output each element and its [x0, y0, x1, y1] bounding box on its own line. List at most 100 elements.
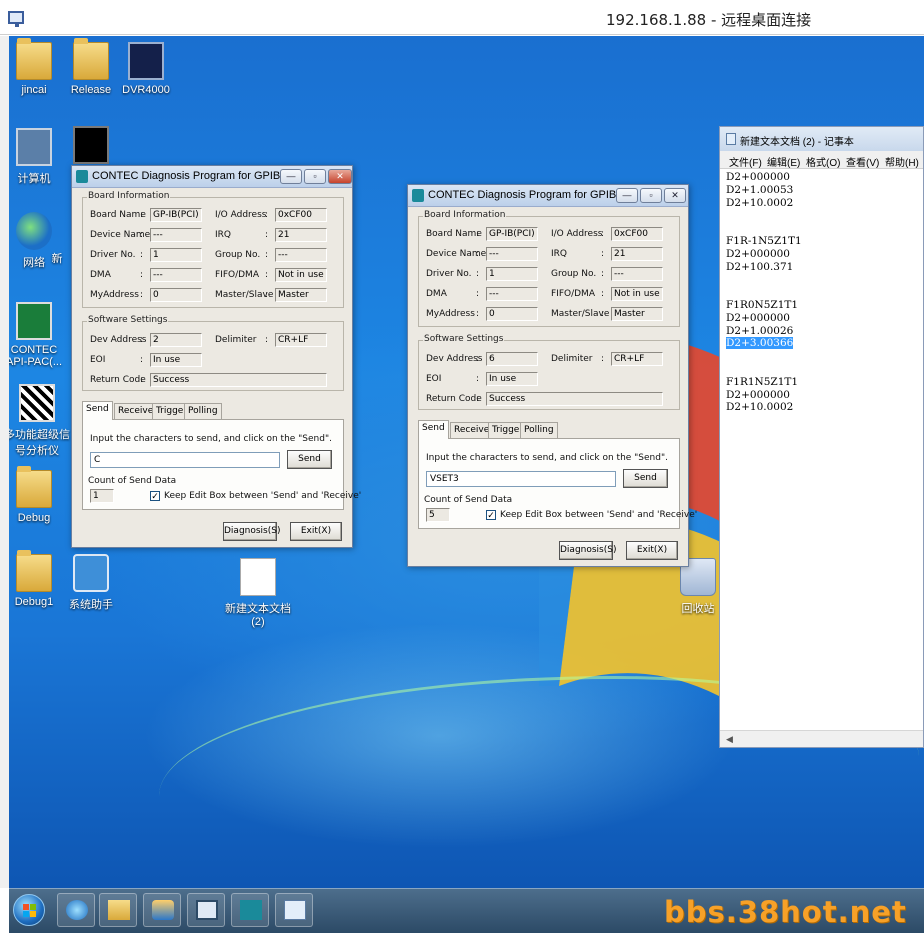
desktop-icon-debug[interactable]: Debug	[9, 466, 67, 524]
desktop-icon-text-doc[interactable]: 新建文本文档 (2)	[223, 558, 293, 628]
colon: :	[140, 335, 144, 345]
keep-edit-box-checkbox[interactable]: ✓	[150, 491, 160, 501]
taskbar-contec[interactable]	[231, 893, 269, 927]
menu-file[interactable]: 文件(F)	[729, 154, 762, 169]
desktop-icon-label: Release	[70, 84, 112, 96]
colon: :	[476, 309, 480, 319]
exit-button[interactable]: Exit(X)	[626, 541, 678, 560]
contec-app-icon	[412, 189, 424, 202]
dma-value: ---	[486, 287, 538, 301]
folder-icon	[73, 38, 109, 80]
desktop-icon-signal-analyzer[interactable]: 多功能超级信号分析仪	[9, 384, 73, 458]
colon: :	[265, 290, 269, 300]
menu-help[interactable]: 帮助(H)	[885, 154, 919, 169]
tab-send[interactable]: Send	[82, 401, 113, 420]
notepad-text-area[interactable]: D2+000000 D2+1.00053 D2+10.0002 F1R-1N5Z…	[726, 171, 802, 414]
menu-format[interactable]: 格式(O)	[806, 154, 840, 169]
tab-send[interactable]: Send	[418, 420, 449, 439]
desktop-icon-label: 计算机	[17, 173, 51, 185]
return-code-label: Return Code	[426, 394, 482, 404]
colon: :	[140, 355, 144, 365]
horizontal-scrollbar[interactable]: ◀	[720, 730, 923, 747]
diagnosis-button[interactable]: Diagnosis(S)	[223, 522, 280, 541]
text-line	[726, 209, 802, 222]
group-no-label: Group No.	[215, 250, 261, 260]
text-line: D2+000000	[726, 311, 790, 324]
start-button[interactable]	[13, 894, 45, 926]
master-slave-value: Master	[275, 288, 327, 302]
colon: :	[476, 394, 480, 404]
folder-icon	[16, 550, 52, 592]
desktop-icon-scope[interactable]	[58, 126, 124, 168]
desktop-icon-label: 网络	[23, 257, 45, 269]
dialog-title-bar[interactable]: CONTEC Diagnosis Program for GPIB Com...…	[72, 166, 352, 188]
io-address-value: 0xCF00	[611, 227, 663, 241]
taskbar-notepad[interactable]	[275, 893, 313, 927]
tab-polling[interactable]: Polling	[520, 422, 558, 439]
taskbar-app-1[interactable]	[143, 893, 181, 927]
desktop-icon-dvr4000[interactable]: DVR4000	[113, 42, 179, 96]
colon: :	[140, 270, 144, 280]
maximize-button[interactable]: ▫	[640, 188, 662, 203]
minimize-button[interactable]: —	[616, 188, 638, 203]
tab-receive[interactable]: Receive	[450, 422, 494, 439]
send-text-input[interactable]: VSET3	[426, 471, 616, 487]
tab-receive[interactable]: Receive	[114, 403, 158, 420]
diagnosis-button[interactable]: Diagnosis(S)	[559, 541, 616, 560]
dev-address-value: 6	[486, 352, 538, 366]
group-no-label: Group No.	[551, 269, 597, 279]
fifo-dma-label: FIFO/DMA	[551, 289, 595, 299]
fifo-dma-value: Not in use	[611, 287, 663, 301]
io-address-label: I/O Address	[215, 210, 267, 220]
remote-desktop-icon	[8, 11, 24, 27]
colon: :	[476, 354, 480, 364]
notepad-icon	[726, 133, 736, 145]
colon: :	[476, 374, 480, 384]
colon: :	[140, 250, 144, 260]
myaddress-value: 0	[150, 288, 202, 302]
desktop-icon-label: 新建文本文档 (2)	[225, 603, 291, 628]
dma-label: DMA	[426, 289, 447, 299]
dvr-app-icon	[128, 42, 164, 80]
colon: :	[140, 230, 144, 240]
driver-no-label: Driver No.	[426, 269, 472, 279]
keep-edit-box-checkbox[interactable]: ✓	[486, 510, 496, 520]
taskbar-ie[interactable]	[57, 893, 95, 927]
group-no-value: ---	[611, 267, 663, 281]
desktop-icon-label: 系统助手	[69, 599, 113, 611]
dma-value: ---	[150, 268, 202, 282]
text-line: D2+000000	[726, 388, 790, 401]
network-icon	[16, 212, 52, 250]
taskbar-explorer[interactable]	[99, 893, 137, 927]
scroll-left-icon[interactable]: ◀	[726, 734, 733, 745]
dialog-title-bar[interactable]: CONTEC Diagnosis Program for GPIB Com...…	[408, 185, 688, 207]
gpib-diagnosis-dialog-2: CONTEC Diagnosis Program for GPIB Com...…	[407, 184, 697, 567]
exit-button[interactable]: Exit(X)	[290, 522, 342, 541]
menu-edit[interactable]: 编辑(E)	[767, 154, 800, 169]
delimiter-label: Delimiter	[551, 354, 593, 364]
send-text-input[interactable]: C	[90, 452, 280, 468]
taskbar-app-2[interactable]	[187, 893, 225, 927]
delimiter-value: CR+LF	[275, 333, 327, 347]
text-line: D2+1.00026	[726, 324, 794, 337]
notepad-title-bar[interactable]: 新建文本文档 (2) - 记事本	[720, 127, 923, 151]
maximize-button[interactable]: ▫	[304, 169, 326, 184]
close-button[interactable]: ✕	[328, 169, 352, 184]
desktop-icon-new-partial[interactable]: 新	[47, 250, 67, 266]
minimize-button[interactable]: —	[280, 169, 302, 184]
send-button[interactable]: Send	[623, 469, 668, 488]
oscilloscope-icon	[73, 126, 109, 164]
contec-app-icon	[240, 900, 262, 920]
menu-view[interactable]: 查看(V)	[846, 154, 879, 169]
folder-icon	[16, 466, 52, 508]
master-slave-value: Master	[611, 307, 663, 321]
count-of-send-data-value: 5	[426, 508, 450, 522]
signal-analyzer-icon	[19, 384, 55, 422]
io-address-label: I/O Address	[551, 229, 603, 239]
send-button[interactable]: Send	[287, 450, 332, 469]
desktop-icon-contec-api[interactable]: CONTEC API-PAC(...	[9, 302, 67, 368]
delimiter-value: CR+LF	[611, 352, 663, 366]
close-button[interactable]: ✕	[664, 188, 686, 203]
desktop-icon-system-assistant[interactable]: 系统助手	[58, 554, 124, 612]
tab-polling[interactable]: Polling	[184, 403, 222, 420]
